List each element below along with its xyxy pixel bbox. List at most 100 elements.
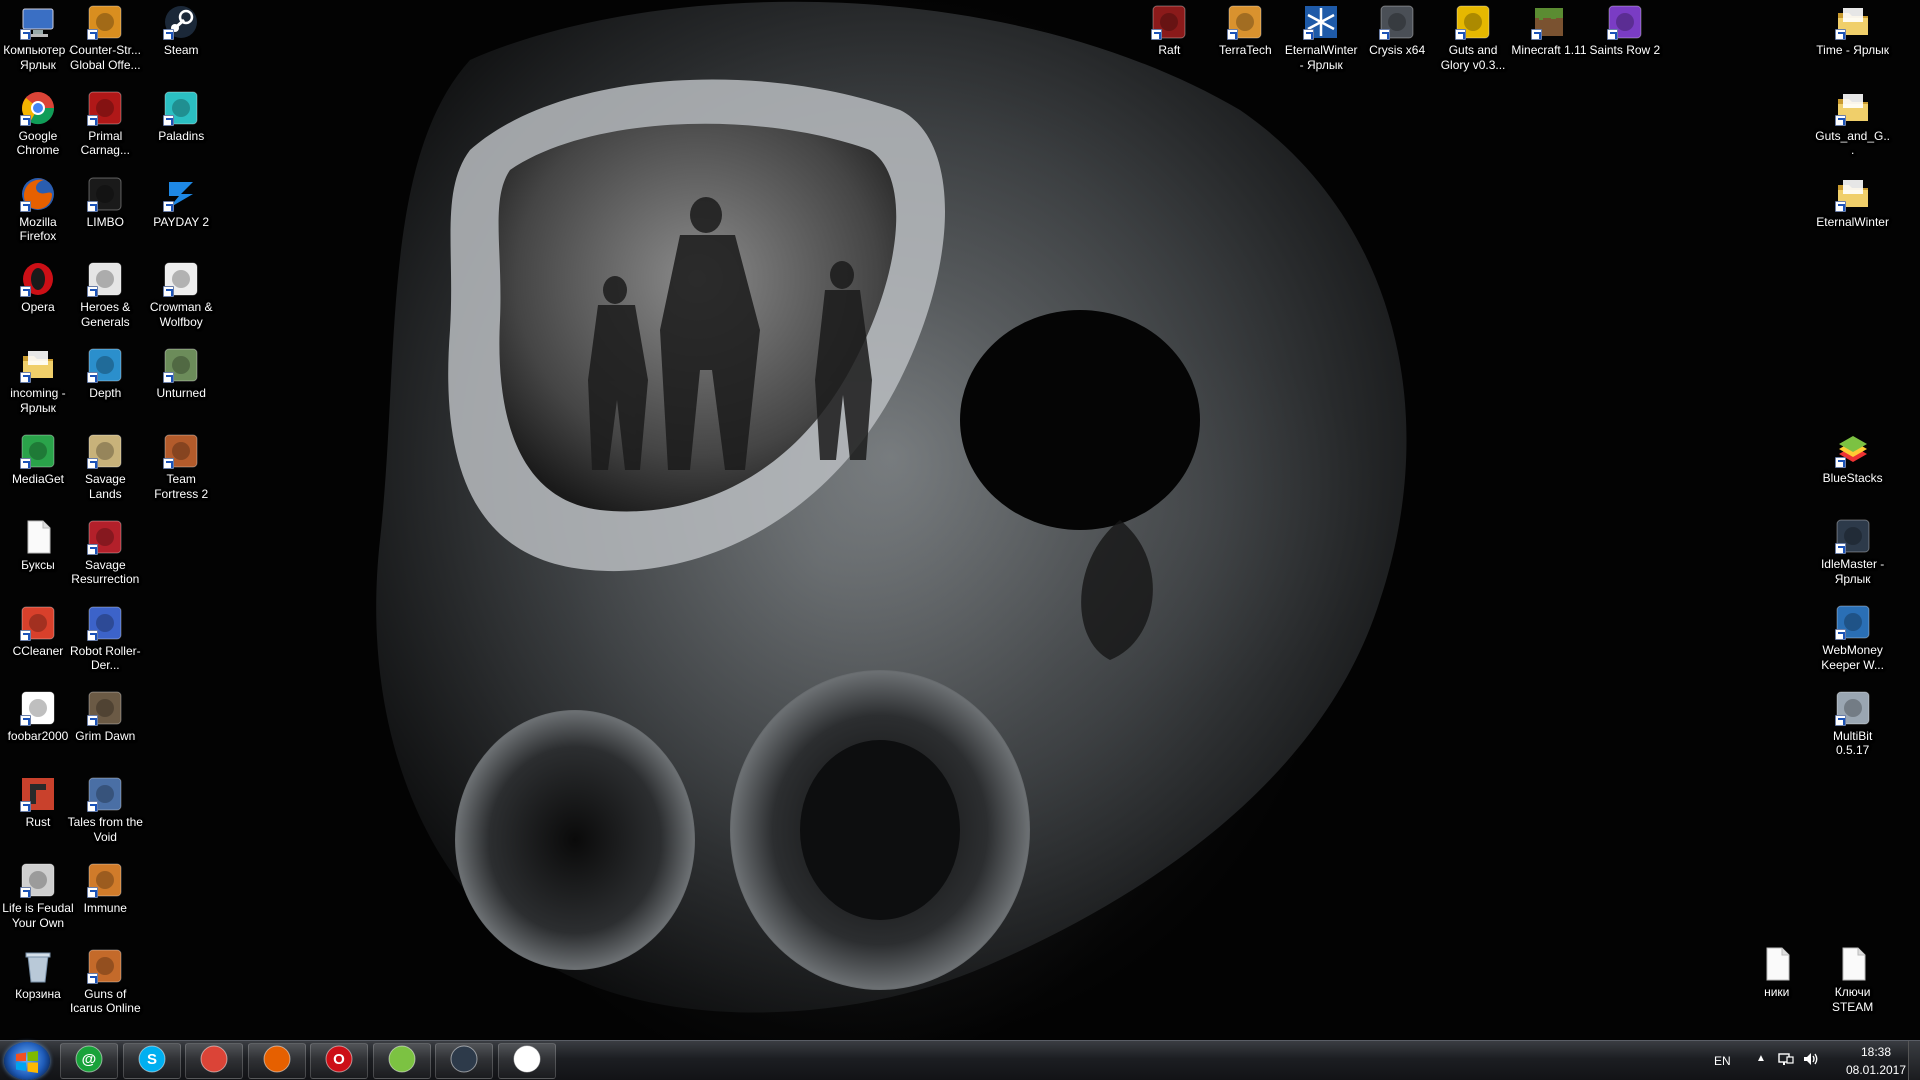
crowman-icon (163, 261, 199, 298)
unturned-icon (163, 347, 199, 384)
clock-date[interactable]: 08.01.2017 (1838, 1063, 1914, 1077)
desktop-shortcut[interactable]: CCleaner (0, 601, 76, 659)
desktop-shortcut[interactable]: Raft (1131, 0, 1207, 58)
shortcut-arrow-icon (87, 372, 99, 384)
desktop-shortcut[interactable]: Savage Resurrection (67, 515, 143, 587)
shortcut-arrow-icon (163, 286, 175, 298)
desktop-shortcut-label: Tales from the Void (67, 815, 143, 844)
taskbar-button[interactable] (497, 1043, 556, 1079)
desktop-shortcut[interactable]: Rust (0, 772, 76, 830)
mediaget-icon (19, 433, 56, 470)
start-button[interactable] (4, 1042, 50, 1080)
folder-icon (19, 347, 56, 384)
desktop-shortcut[interactable]: LIMBO (67, 172, 143, 230)
desktop-shortcut[interactable]: Буксы (0, 515, 76, 573)
desktop-shortcut[interactable]: MultiBit 0.5.17 (1815, 686, 1891, 758)
desktop-shortcut[interactable]: Paladins (143, 86, 219, 144)
desktop-shortcut[interactable]: WebMoney Keeper W... (1815, 600, 1891, 672)
eternalwinter-icon (1303, 4, 1339, 40)
desktop-shortcut[interactable]: Unturned (143, 343, 219, 401)
desktop-shortcut[interactable]: Minecraft 1.11 (1511, 0, 1587, 58)
desktop-shortcut-label: Depth (89, 386, 122, 401)
shortcut-arrow-icon (1455, 29, 1467, 40)
desktop-shortcut[interactable]: Life is Feudal Your Own (0, 858, 76, 930)
firefox-icon (263, 1045, 291, 1078)
desktop-shortcut[interactable]: Google Chrome (0, 86, 76, 158)
multibit-icon (1834, 690, 1871, 726)
desktop-shortcut[interactable]: Counter-Str... Global Offe... (67, 0, 143, 72)
desktop-shortcut[interactable]: Ключи STEAM (1815, 942, 1891, 1014)
shortcut-arrow-icon (163, 372, 175, 384)
desktop-shortcut-label: Counter-Str... Global Offe... (69, 43, 141, 72)
shortcut-arrow-icon (1606, 29, 1618, 40)
desktop-shortcut[interactable]: Robot Roller-Der... (67, 601, 143, 673)
desktop-shortcut[interactable]: PAYDAY 2 (143, 172, 219, 230)
desktop-shortcut[interactable]: Crowman & Wolfboy (143, 257, 219, 329)
desktop-shortcut-label: Raft (1158, 43, 1181, 57)
desktop-shortcut-label: Saints Row 2 (1589, 43, 1661, 57)
desktop-shortcut[interactable]: Team Fortress 2 (143, 429, 219, 501)
desktop-shortcut[interactable]: Time - Ярлык (1815, 0, 1891, 58)
desktop-shortcut[interactable]: Depth (67, 343, 143, 401)
desktop-shortcut[interactable]: EternalWinter (1815, 172, 1891, 230)
desktop-shortcut[interactable]: Steam (143, 0, 219, 58)
taskbar-button[interactable]: S (122, 1043, 181, 1079)
desktop-shortcut[interactable]: EternalWinter - Ярлык (1283, 0, 1359, 72)
desktop-shortcut[interactable]: incoming - Ярлык (0, 343, 76, 415)
desktop-shortcut[interactable]: Crysis x64 (1359, 0, 1435, 58)
shortcut-arrow-icon (19, 200, 31, 212)
desktop-shortcut[interactable]: MediaGet (0, 429, 76, 487)
taskbar-button[interactable]: @ (60, 1043, 118, 1079)
chrome-icon (19, 90, 56, 126)
desktop-shortcut[interactable]: ники (1739, 942, 1815, 1000)
shortcut-arrow-icon (19, 372, 31, 384)
desktop-shortcut[interactable]: Guts and Glory v0.3... (1435, 0, 1511, 72)
taskbar-button[interactable] (185, 1043, 243, 1079)
folder-icon (1834, 90, 1871, 126)
desktop-shortcut[interactable]: IdleMaster - Ярлык (1815, 514, 1891, 586)
desktop-shortcut-label: IdleMaster - Ярлык (1820, 557, 1885, 586)
desktop-shortcut[interactable]: Grim Dawn (67, 686, 143, 744)
taskbar-button[interactable] (247, 1043, 306, 1079)
tf2-icon (163, 433, 199, 470)
show-hidden-icons-button[interactable]: ▲ (1756, 1053, 1766, 1064)
shortcut-arrow-icon (1834, 457, 1846, 469)
svg-text:O: O (333, 1051, 345, 1068)
desktop-shortcut[interactable]: Heroes & Generals (67, 257, 143, 329)
desktop-shortcut[interactable]: Saints Row 2 (1587, 0, 1663, 58)
desktop-shortcut[interactable]: Primal Carnag... (67, 86, 143, 158)
minecraft-icon (1530, 4, 1567, 40)
desktop-shortcut[interactable]: BlueStacks (1815, 428, 1891, 486)
desktop-shortcut[interactable]: Opera (0, 257, 76, 315)
shortcut-arrow-icon (87, 715, 99, 727)
desktop-shortcut-label: Crysis x64 (1369, 43, 1426, 57)
heroes-generals-icon (87, 261, 123, 298)
crysis-icon (1379, 4, 1415, 40)
desktop-shortcut[interactable]: Immune (67, 858, 143, 916)
shortcut-arrow-icon (87, 972, 99, 984)
desktop-shortcut[interactable]: Guts_and_G... (1815, 86, 1891, 158)
desktop-shortcut-label: Savage Lands (84, 472, 126, 501)
desktop-shortcut[interactable]: Mozilla Firefox (0, 172, 76, 244)
desktop-shortcut[interactable]: Guns of Icarus Online (67, 944, 143, 1016)
clock-time[interactable]: 18:38 (1846, 1045, 1906, 1059)
taskbar: @ S O EN ▲ 18:38 08.01.2017 (0, 1040, 1920, 1080)
taskbar-button[interactable] (435, 1043, 493, 1079)
desktop-shortcut[interactable]: TerraTech (1207, 0, 1283, 58)
taskbar-button[interactable] (372, 1043, 431, 1079)
desktop-shortcut[interactable]: Tales from the Void (67, 772, 143, 844)
desktop-shortcut[interactable]: foobar2000 (0, 686, 76, 744)
language-indicator[interactable]: EN (1714, 1054, 1731, 1068)
volume-icon[interactable] (1802, 1051, 1820, 1070)
desktop-shortcut[interactable]: Корзина (0, 944, 76, 1002)
desktop-shortcut[interactable]: Savage Lands (67, 429, 143, 501)
robot-roller-icon (87, 605, 123, 641)
taskbar-button[interactable]: O (310, 1043, 368, 1079)
network-icon[interactable] (1778, 1051, 1794, 1070)
desktop-shortcut-label: Savage Resurrection (71, 557, 140, 587)
desktop-shortcut[interactable]: Компьютер - Ярлык (0, 0, 76, 72)
shortcut-arrow-icon (19, 887, 31, 899)
limbo-icon (87, 176, 123, 212)
shortcut-arrow-icon (163, 29, 175, 40)
show-desktop-button[interactable] (1908, 1041, 1920, 1080)
